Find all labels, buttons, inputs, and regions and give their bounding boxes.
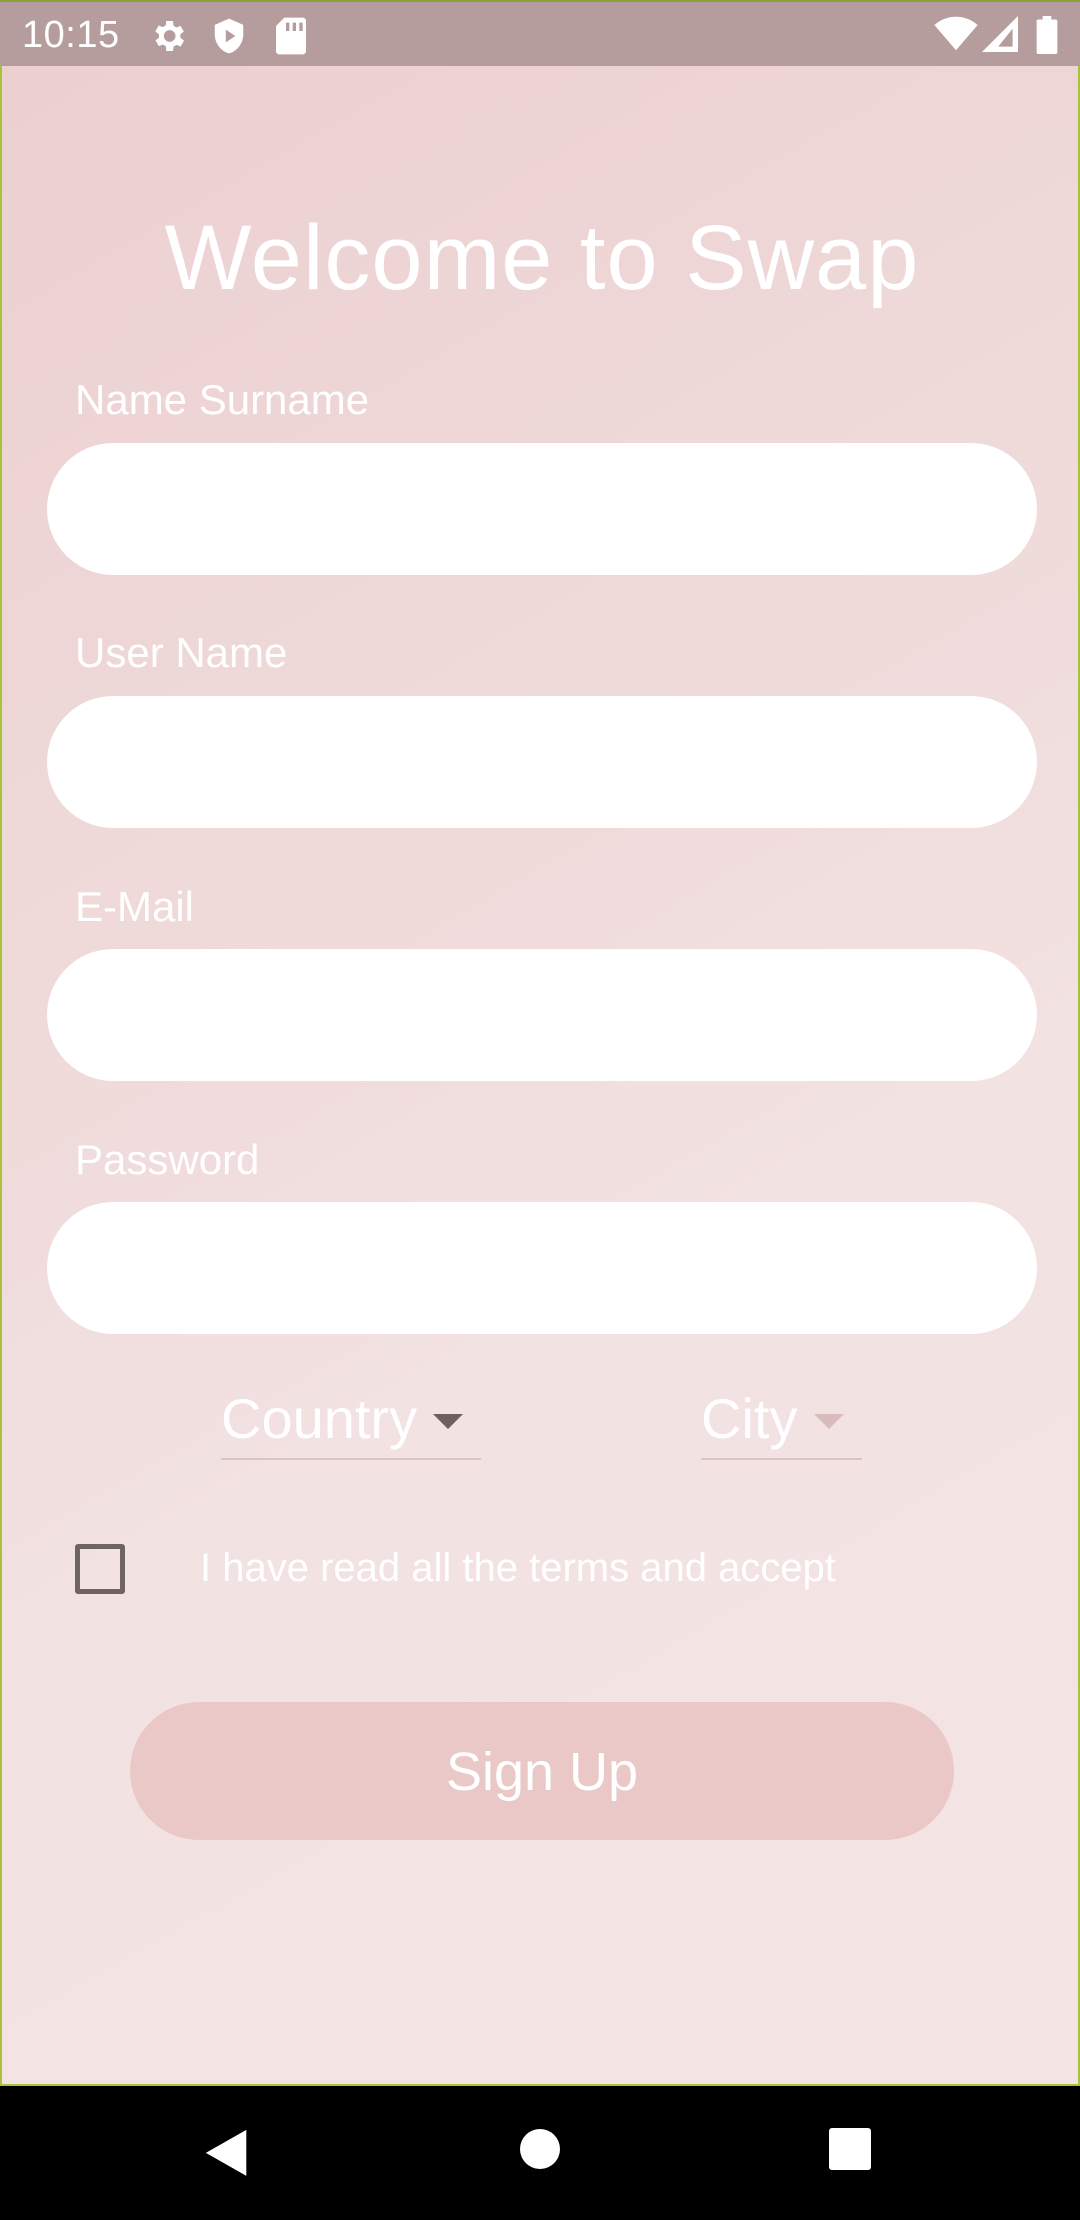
signal-icon: [982, 16, 1018, 52]
username-input[interactable]: [47, 696, 1037, 828]
navigation-bar: [0, 2086, 1080, 2220]
password-input[interactable]: [47, 1202, 1037, 1334]
country-dropdown[interactable]: Country: [221, 1386, 481, 1460]
password-label: Password: [75, 1136, 260, 1183]
name-surname-input[interactable]: [47, 443, 1037, 575]
city-dropdown[interactable]: City: [701, 1386, 862, 1460]
chevron-down-icon: [814, 1414, 844, 1429]
chevron-down-icon: [433, 1414, 463, 1429]
signup-button[interactable]: Sign Up: [130, 1702, 954, 1840]
settings-icon: [155, 21, 184, 51]
wifi-icon: [934, 16, 978, 51]
username-label: User Name: [75, 629, 288, 676]
recents-icon[interactable]: [829, 2128, 871, 2170]
name-surname-label: Name Surname: [75, 376, 370, 423]
status-time: 10:15: [22, 14, 120, 56]
email-label: E-Mail: [75, 883, 195, 930]
battery-icon: [1036, 16, 1058, 54]
email-input[interactable]: [47, 949, 1037, 1081]
shield-icon: [214, 18, 244, 54]
country-dropdown-label: Country: [221, 1387, 418, 1450]
sd-card-icon: [276, 17, 306, 55]
city-dropdown-label: City: [701, 1387, 798, 1450]
terms-label: I have read all the terms and accept: [200, 1546, 836, 1590]
signup-screen: Welcome to Swap Name Surname User Name E…: [0, 66, 1080, 2086]
home-icon[interactable]: [519, 2128, 561, 2170]
status-bar: 10:15: [0, 0, 1080, 66]
back-icon[interactable]: [204, 2128, 250, 2178]
terms-checkbox[interactable]: [75, 1544, 125, 1594]
page-title: Welcome to Swap: [164, 207, 920, 309]
